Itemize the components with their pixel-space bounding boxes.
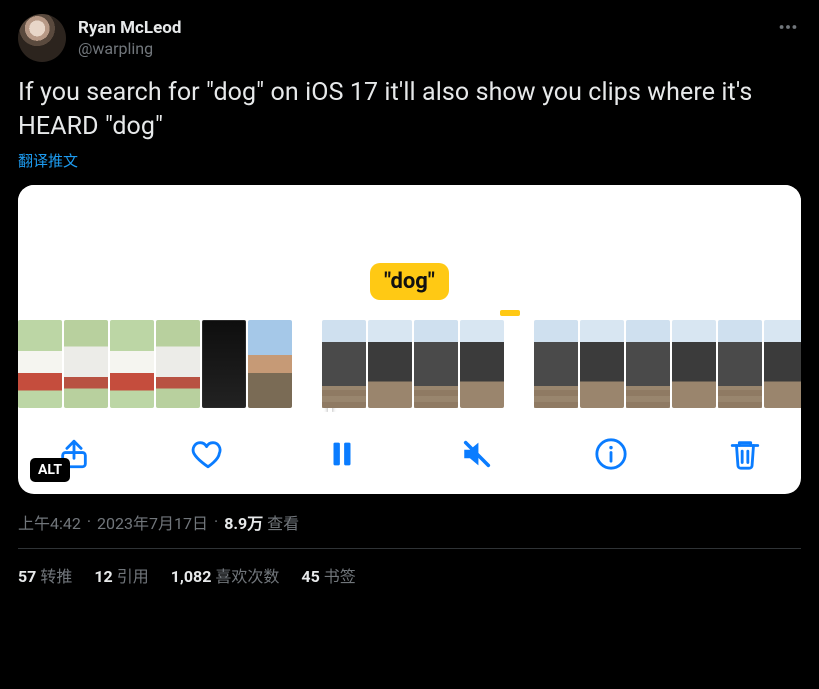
quotes-label: 引用: [117, 567, 149, 586]
meta-separator: ·: [214, 512, 218, 531]
pause-icon: [325, 437, 359, 471]
avatar[interactable]: [18, 14, 66, 62]
clip-thumb[interactable]: [248, 320, 292, 408]
timeline-marker-row: [18, 310, 801, 316]
pause-button[interactable]: [322, 434, 362, 474]
mute-icon: [460, 437, 494, 471]
mute-button[interactable]: [457, 434, 497, 474]
clip-group[interactable]: [534, 320, 801, 412]
bookmarks-count: 45: [301, 567, 319, 586]
views-count: 8.9万: [224, 514, 263, 533]
clip-thumb[interactable]: [18, 320, 62, 408]
tweet-date[interactable]: 2023年7月17日: [97, 510, 208, 534]
delete-button[interactable]: [725, 434, 765, 474]
alt-badge[interactable]: ALT: [30, 458, 70, 482]
retweets-label: 转推: [40, 567, 72, 586]
clip-thumb[interactable]: [764, 320, 801, 408]
display-name: Ryan McLeod: [78, 17, 181, 39]
info-button[interactable]: [591, 434, 631, 474]
clip-thumb[interactable]: [718, 320, 762, 408]
clip-thumb[interactable]: [156, 320, 200, 408]
clip-thumb[interactable]: [534, 320, 578, 408]
user-names[interactable]: Ryan McLeod @warpling: [78, 17, 181, 60]
views[interactable]: 8.9万 查看: [224, 510, 299, 534]
clip-group-active[interactable]: [322, 320, 504, 412]
clip-group[interactable]: [18, 320, 292, 412]
clip-thumb[interactable]: [580, 320, 624, 408]
views-label: 查看: [267, 514, 299, 533]
stat-quotes[interactable]: 12 引用: [94, 563, 148, 587]
tweet-text: If you search for "dog" on iOS 17 it'll …: [18, 76, 801, 144]
media-card[interactable]: "dog": [18, 185, 801, 494]
tweet-stats: 57转推 12 引用 1,082喜欢次数 45 书签: [18, 549, 801, 587]
clip-thumb[interactable]: [64, 320, 108, 408]
more-icon: [777, 16, 799, 38]
clip-thumb[interactable]: [368, 320, 412, 408]
timeline-marker: [500, 310, 520, 316]
quotes-count: 12: [94, 567, 112, 586]
clip-thumb[interactable]: [110, 320, 154, 408]
clip-thumb[interactable]: [626, 320, 670, 408]
stat-likes[interactable]: 1,082喜欢次数: [171, 563, 280, 587]
bookmarks-label: 书签: [324, 567, 356, 586]
search-tag-wrap: "dog": [18, 263, 801, 300]
user-handle: @warpling: [78, 39, 181, 60]
clip-thumb[interactable]: [202, 320, 246, 408]
heart-icon: [191, 437, 225, 471]
meta-separator: ·: [87, 512, 91, 531]
tweet-meta: 上午4:42 · 2023年7月17日 · 8.9万 查看: [18, 510, 801, 549]
stat-retweets[interactable]: 57转推: [18, 563, 72, 587]
media-top-space: [18, 185, 801, 263]
clip-thumb[interactable]: [322, 320, 366, 408]
info-icon: [594, 437, 628, 471]
clip-thumb[interactable]: [460, 320, 504, 408]
clips-timeline[interactable]: [18, 320, 801, 412]
translate-link[interactable]: 翻译推文: [18, 150, 801, 171]
stat-bookmarks[interactable]: 45 书签: [301, 563, 355, 587]
search-tag: "dog": [370, 263, 449, 300]
media-toolbar: [18, 412, 801, 480]
tweet-time[interactable]: 上午4:42: [18, 510, 81, 534]
more-button[interactable]: [773, 12, 803, 46]
like-button[interactable]: [188, 434, 228, 474]
likes-count: 1,082: [171, 567, 212, 586]
tweet-header: Ryan McLeod @warpling: [18, 14, 801, 62]
trash-icon: [728, 437, 762, 471]
likes-label: 喜欢次数: [215, 567, 279, 586]
clip-thumb[interactable]: [414, 320, 458, 408]
clip-thumb[interactable]: [672, 320, 716, 408]
retweets-count: 57: [18, 567, 36, 586]
tweet: Ryan McLeod @warpling If you search for …: [0, 0, 819, 587]
